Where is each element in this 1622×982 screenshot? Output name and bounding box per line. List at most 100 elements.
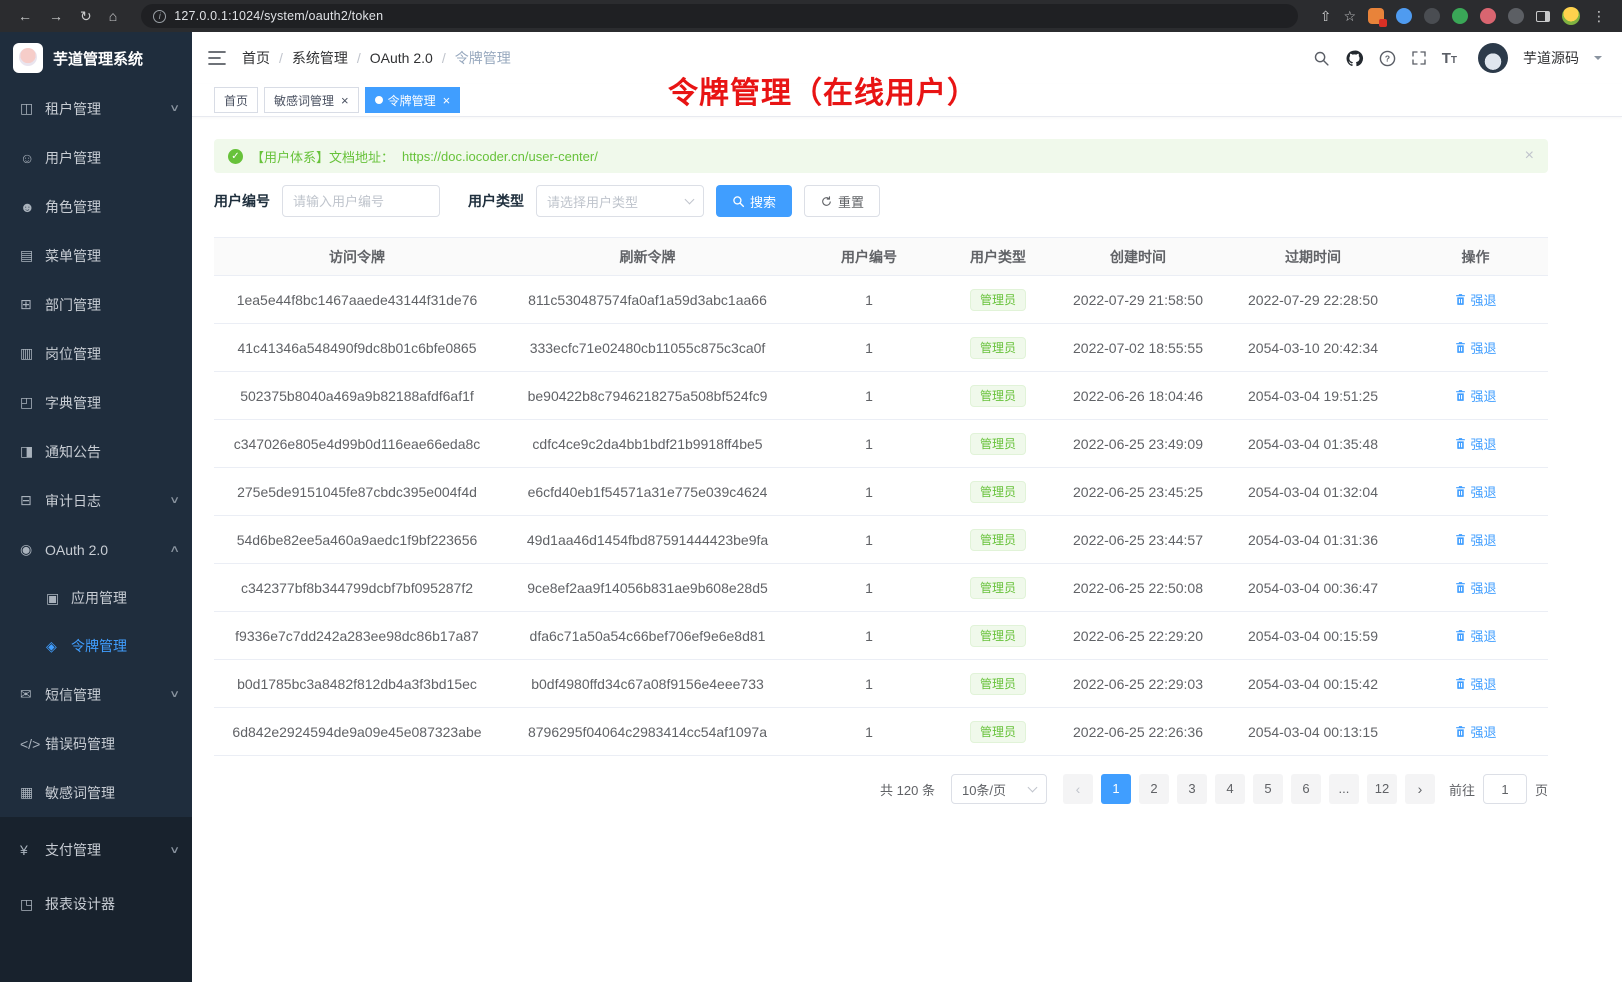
page-size-select[interactable]: 10条/页 [951, 774, 1047, 804]
prev-page-button[interactable]: ‹ [1063, 774, 1093, 804]
extension-icon[interactable] [1452, 8, 1468, 24]
sidebar-item-notice[interactable]: ◨通知公告 [0, 427, 192, 476]
force-logout-button[interactable]: 强退 [1454, 482, 1496, 501]
sidebar-item-dict[interactable]: ◰字典管理 [0, 378, 192, 427]
sidebar-item-app[interactable]: ▣应用管理 [0, 574, 192, 622]
sidebar-item-label: 审计日志 [45, 491, 171, 511]
fullscreen-icon[interactable] [1411, 50, 1427, 66]
sidebar-item-token[interactable]: ◈令牌管理 [0, 622, 192, 670]
sidebar-item-errcode[interactable]: </>错误码管理 [0, 719, 192, 768]
breadcrumb-item[interactable]: OAuth 2.0 [370, 50, 433, 66]
username[interactable]: 芋道源码 [1523, 48, 1579, 68]
force-logout-button[interactable]: 强退 [1454, 530, 1496, 549]
force-logout-button[interactable]: 强退 [1454, 722, 1496, 741]
force-logout-button[interactable]: 强退 [1454, 290, 1496, 309]
sidebar-item-dept[interactable]: ⊞部门管理 [0, 280, 192, 329]
sidebar-item-sms[interactable]: ✉短信管理∨ [0, 670, 192, 719]
column-header: 访问令牌 [214, 238, 500, 276]
sidebar-item-tenant[interactable]: ◫租户管理∨ [0, 84, 192, 133]
bookmark-star-icon[interactable]: ☆ [1343, 9, 1356, 23]
force-logout-button[interactable]: 强退 [1454, 674, 1496, 693]
share-icon[interactable]: ⇧ [1320, 9, 1332, 23]
url-text: 127.0.0.1:1024/system/oauth2/token [174, 9, 383, 23]
close-icon[interactable]: × [443, 94, 451, 107]
sidebar-item-sensitive[interactable]: ▦敏感词管理 [0, 768, 192, 817]
sidebar-toggle-icon[interactable] [208, 50, 226, 66]
report-icon: ◳ [20, 896, 45, 913]
user-icon: ☺ [20, 150, 45, 166]
refresh-token-cell: 49d1aa46d1454fbd87591444423be9fa [500, 516, 795, 564]
page-button-6[interactable]: 6 [1291, 774, 1321, 804]
info-icon[interactable]: i [153, 10, 166, 23]
sidebar-item-report[interactable]: ◳报表设计器 [0, 877, 192, 931]
force-logout-button[interactable]: 强退 [1454, 386, 1496, 405]
page-button-5[interactable]: 5 [1253, 774, 1283, 804]
next-page-button[interactable]: › [1405, 774, 1435, 804]
user-avatar[interactable] [1478, 43, 1508, 73]
sensitive-icon: ▦ [20, 784, 45, 801]
close-icon[interactable]: × [341, 94, 349, 107]
address-bar[interactable]: i 127.0.0.1:1024/system/oauth2/token [141, 4, 1298, 28]
sidebar-item-post[interactable]: ▥岗位管理 [0, 329, 192, 378]
sidebar-item-menu[interactable]: ▤菜单管理 [0, 231, 192, 280]
force-logout-button[interactable]: 强退 [1454, 626, 1496, 645]
extension-icon[interactable] [1480, 8, 1496, 24]
user-id-input[interactable] [293, 194, 429, 209]
search-icon[interactable] [1313, 50, 1330, 67]
user-type-cell: 管理员 [943, 276, 1053, 324]
page-button-4[interactable]: 4 [1215, 774, 1245, 804]
extension-icon[interactable] [1424, 8, 1440, 24]
user-type-select[interactable]: 请选择用户类型 [536, 185, 704, 217]
logo-image [13, 43, 43, 73]
alert-close-icon[interactable]: × [1525, 148, 1534, 164]
expire-time-cell: 2022-07-29 22:28:50 [1223, 276, 1403, 324]
sidebar-item-pay[interactable]: ¥支付管理∨ [0, 823, 192, 877]
browser-menu-icon[interactable]: ⋮ [1592, 9, 1606, 23]
alert-text: 【用户体系】文档地址： [251, 147, 394, 166]
reset-button[interactable]: 重置 [804, 185, 880, 217]
force-logout-button[interactable]: 强退 [1454, 338, 1496, 357]
page-button-1[interactable]: 1 [1101, 774, 1131, 804]
tab-敏感词管理[interactable]: 敏感词管理× [264, 87, 359, 113]
doc-link[interactable]: https://doc.iocoder.cn/user-center/ [402, 149, 598, 164]
goto-page-input[interactable] [1483, 774, 1527, 804]
user-type-cell: 管理员 [943, 564, 1053, 612]
table-row: c342377bf8b344799dcbf7bf095287f29ce8ef2a… [214, 564, 1548, 612]
app-icon: ▣ [46, 590, 71, 607]
table-header-row: 访问令牌刷新令牌用户编号用户类型创建时间过期时间操作 [214, 238, 1548, 276]
breadcrumb-item[interactable]: 首页 [242, 48, 270, 68]
app-logo[interactable]: 芋道管理系统 [0, 32, 192, 84]
font-size-icon[interactable]: TT [1442, 51, 1457, 66]
github-icon[interactable] [1345, 49, 1364, 68]
force-logout-label: 强退 [1470, 338, 1496, 357]
sidebar-item-oauth[interactable]: ◉OAuth 2.0∧ [0, 525, 192, 574]
reload-icon[interactable]: ↻ [80, 9, 92, 23]
sidebar-item-user[interactable]: ☺用户管理 [0, 133, 192, 182]
breadcrumb-item[interactable]: 系统管理 [292, 48, 348, 68]
user-type-tag: 管理员 [970, 673, 1026, 695]
tab-令牌管理[interactable]: 令牌管理× [365, 87, 461, 113]
browser-profile-avatar[interactable] [1562, 7, 1580, 25]
forward-icon[interactable]: → [49, 9, 63, 23]
sidebar-item-label: 菜单管理 [45, 246, 178, 266]
side-panel-icon[interactable] [1536, 11, 1550, 22]
chevron-down-icon[interactable] [1594, 56, 1602, 64]
page-button-3[interactable]: 3 [1177, 774, 1207, 804]
home-icon[interactable]: ⌂ [109, 9, 117, 23]
back-icon[interactable]: ← [18, 9, 32, 23]
page-button-12[interactable]: 12 [1367, 774, 1397, 804]
force-logout-button[interactable]: 强退 [1454, 434, 1496, 453]
sidebar-item-label: 错误码管理 [45, 734, 178, 754]
page-button-2[interactable]: 2 [1139, 774, 1169, 804]
column-header: 用户类型 [943, 238, 1053, 276]
extension-icon[interactable] [1396, 8, 1412, 24]
extension-icon[interactable] [1508, 8, 1524, 24]
tab-首页[interactable]: 首页 [214, 87, 258, 113]
page-ellipsis[interactable]: ... [1329, 774, 1359, 804]
sidebar-item-audit[interactable]: ⊟审计日志∨ [0, 476, 192, 525]
help-icon[interactable]: ? [1379, 50, 1396, 67]
force-logout-button[interactable]: 强退 [1454, 578, 1496, 597]
sidebar-item-role[interactable]: ☻角色管理 [0, 182, 192, 231]
extension-icon[interactable] [1368, 8, 1384, 24]
search-button[interactable]: 搜索 [716, 185, 792, 217]
